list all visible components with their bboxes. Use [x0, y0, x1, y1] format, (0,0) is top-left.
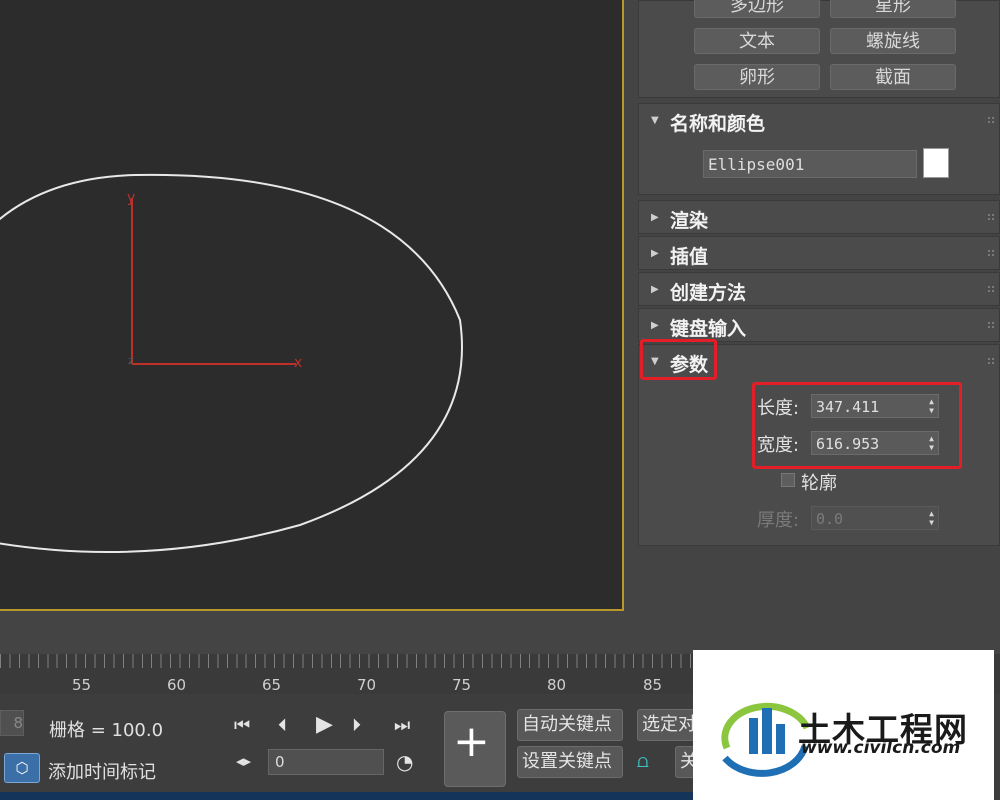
time-tag-icon[interactable]: ⬡	[4, 753, 40, 783]
next-frame-icon[interactable]: ⏵	[352, 715, 361, 736]
collapsed-arrow-icon: ▶	[651, 248, 659, 259]
auto-key-button[interactable]: 自动关键点	[517, 709, 623, 741]
tick-label: 60	[167, 676, 187, 694]
previous-frame-icon[interactable]: ⏴	[278, 715, 287, 736]
create-egg-button[interactable]: 卵形	[694, 64, 820, 90]
frame-stub-field[interactable]: 8	[0, 710, 24, 736]
set-key-big-button[interactable]: +	[444, 711, 506, 787]
axis-label-y: y	[127, 190, 135, 206]
create-section-button[interactable]: 截面	[830, 64, 956, 90]
tick-label: 85	[643, 676, 663, 694]
rollout-creation-method[interactable]: ▶ 创建方法	[638, 272, 1000, 306]
taskbar-strip	[0, 792, 693, 800]
thickness-spinner: 0.0 ▲ ▼	[811, 506, 939, 530]
thickness-label: 厚度:	[757, 510, 800, 531]
viewport-canvas: y x z	[0, 173, 463, 553]
grid-spacing-label: 栅格 = 100.0	[49, 720, 164, 741]
rollout-keyboard-entry[interactable]: ▶ 键盘输入	[638, 308, 1000, 342]
rollout-name-color-header[interactable]: ▼ 名称和颜色	[639, 104, 999, 138]
tick-label: 65	[262, 676, 282, 694]
grip-icon	[987, 321, 995, 329]
plus-key-icon: +	[453, 716, 490, 767]
rollout-title: 渲染	[670, 210, 709, 232]
grip-icon	[987, 249, 995, 257]
rollout-title: 键盘输入	[670, 318, 747, 340]
create-polygon-button[interactable]: 多边形	[694, 0, 820, 18]
axis-label-x: x	[294, 355, 302, 371]
collapsed-arrow-icon: ▶	[651, 212, 659, 223]
tick-label: 75	[452, 676, 472, 694]
spinner-arrows-icon: ▲ ▼	[929, 509, 934, 527]
goto-end-icon[interactable]: ⏭	[394, 715, 410, 736]
watermark-url: www.civilcn.com	[801, 738, 961, 758]
parameters-highlight	[640, 339, 717, 380]
tick-label: 70	[357, 676, 377, 694]
outline-checkbox[interactable]	[781, 473, 795, 487]
viewport-top[interactable]: y x z	[0, 0, 624, 611]
rollout-rendering[interactable]: ▶ 渲染	[638, 200, 1000, 234]
time-config-icon[interactable]: ◔	[396, 750, 413, 774]
thickness-value: 0.0	[816, 510, 844, 528]
axis-label-z: z	[128, 354, 134, 367]
key-filters-icon[interactable]: ⩍	[637, 751, 649, 772]
dimensions-highlight	[752, 382, 962, 469]
outline-label: 轮廓	[801, 473, 837, 494]
current-frame-value: 0	[275, 753, 285, 771]
rollout-interpolation[interactable]: ▶ 插值	[638, 236, 1000, 270]
rollout-title: 创建方法	[670, 282, 747, 304]
create-helix-button[interactable]: 螺旋线	[830, 28, 956, 54]
grip-icon	[987, 357, 995, 365]
goto-start-icon[interactable]: ⏮	[234, 715, 250, 736]
key-mode-toggle-icon[interactable]: ◂▸	[236, 752, 251, 770]
add-time-tag-label[interactable]: 添加时间标记	[48, 758, 156, 784]
tick-label: 80	[547, 676, 567, 694]
tick-label: 55	[72, 676, 92, 694]
play-icon[interactable]: ▶	[316, 712, 333, 737]
rollout-title: 名称和颜色	[670, 113, 766, 135]
create-text-button[interactable]: 文本	[694, 28, 820, 54]
watermark: 土木工程网 www.civilcn.com	[693, 650, 994, 800]
selected-dropdown[interactable]: 选定对	[637, 709, 697, 741]
rollout-title: 插值	[670, 246, 709, 268]
object-name-field[interactable]: Ellipse001	[703, 150, 917, 178]
current-frame-field[interactable]: 0	[268, 749, 384, 775]
collapsed-arrow-icon: ▶	[651, 284, 659, 295]
grip-icon	[987, 116, 995, 124]
collapsed-arrow-icon: ▶	[651, 320, 659, 331]
grip-icon	[987, 285, 995, 293]
object-color-swatch[interactable]	[923, 148, 949, 178]
grip-icon	[987, 213, 995, 221]
create-star-button[interactable]: 星形	[830, 0, 956, 18]
set-key-button[interactable]: 设置关键点	[517, 746, 623, 778]
expanded-arrow-icon: ▼	[651, 115, 659, 126]
